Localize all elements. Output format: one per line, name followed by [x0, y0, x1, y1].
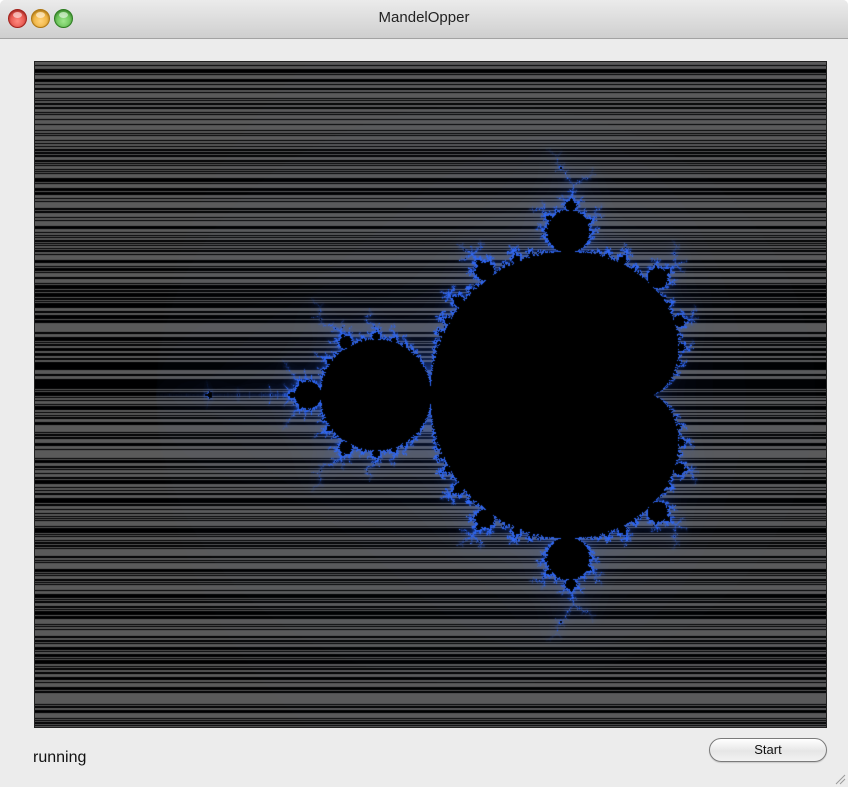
status-label: running	[33, 749, 87, 766]
window-title: MandelOpper	[378, 9, 470, 26]
fractal-canvas-frame	[34, 61, 827, 728]
app-window: MandelOpper running Start	[0, 0, 848, 787]
mandelbrot-canvas[interactable]	[35, 62, 826, 727]
start-button[interactable]: Start	[709, 738, 827, 762]
title-bar[interactable]: MandelOpper	[0, 0, 848, 39]
resize-grip-icon[interactable]	[834, 773, 846, 785]
